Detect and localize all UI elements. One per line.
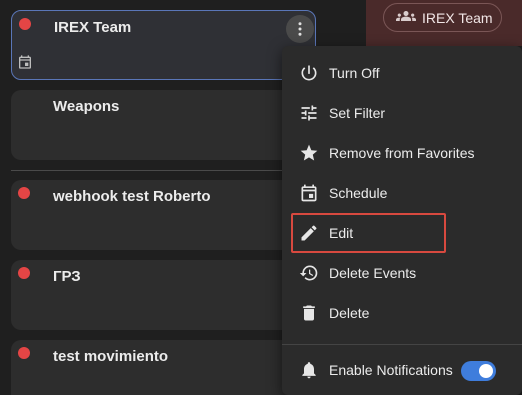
card-webhook-test[interactable]: webhook test Roberto [11, 180, 316, 250]
menu-item-label: Schedule [329, 185, 388, 201]
card-title: webhook test Roberto [53, 188, 211, 205]
menu-item-delete[interactable]: Delete [282, 293, 522, 333]
card-weapons[interactable]: Weapons [11, 90, 316, 160]
edit-highlight-box [291, 213, 446, 253]
notifications-toggle[interactable] [461, 361, 496, 381]
card-title: Weapons [53, 98, 120, 115]
card-title: IREX Team [54, 19, 132, 36]
camera-list: IREX Team Weapons webhook test Roberto Г… [0, 0, 316, 395]
card-test-movimiento[interactable]: test movimiento [11, 340, 316, 395]
card-irex-team[interactable]: IREX Team [11, 10, 316, 80]
menu-item-set-filter[interactable]: Set Filter [282, 93, 522, 133]
tune-icon [299, 103, 319, 123]
status-dot [18, 347, 30, 359]
menu-item-label: Delete [329, 305, 370, 321]
status-dot [18, 267, 30, 279]
calendar-icon [17, 54, 33, 70]
menu-item-schedule[interactable]: Schedule [282, 173, 522, 213]
more-options-button[interactable] [286, 15, 314, 43]
section-divider [11, 170, 291, 171]
menu-item-label: Enable Notifications [329, 362, 453, 378]
menu-item-remove-favorites[interactable]: Remove from Favorites [282, 133, 522, 173]
menu-item-label: Delete Events [329, 265, 417, 281]
more-vert-icon [298, 22, 302, 36]
toggle-knob [479, 364, 493, 378]
history-icon [299, 263, 319, 283]
team-chip[interactable]: IREX Team [383, 3, 502, 32]
status-dot [19, 18, 31, 30]
team-chip-label: IREX Team [422, 9, 493, 26]
card-title: test movimiento [53, 348, 169, 365]
menu-item-label: Remove from Favorites [329, 145, 475, 161]
power-icon [299, 63, 319, 83]
trash-icon [299, 303, 319, 323]
card-title: ГРЗ [53, 268, 81, 285]
status-dot [18, 187, 30, 199]
context-menu: Turn Off Set Filter Remove from Favorite… [282, 46, 522, 395]
calendar-icon [299, 183, 319, 203]
card-grz[interactable]: ГРЗ [11, 260, 316, 330]
menu-item-label: Turn Off [329, 65, 380, 81]
menu-divider [282, 344, 522, 345]
bell-icon [299, 360, 319, 380]
menu-item-label: Set Filter [329, 105, 386, 121]
menu-item-delete-events[interactable]: Delete Events [282, 253, 522, 293]
star-icon [299, 143, 319, 163]
menu-item-turn-off[interactable]: Turn Off [282, 53, 522, 93]
group-icon [396, 6, 416, 29]
